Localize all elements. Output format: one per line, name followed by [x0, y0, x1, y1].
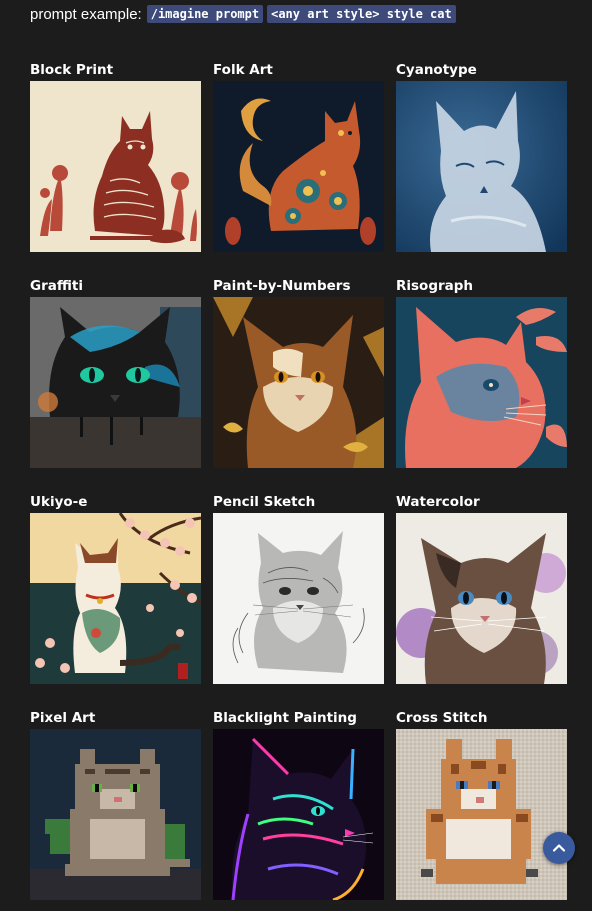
style-title: Block Print	[30, 62, 114, 78]
style-card-graffiti: Graffiti	[30, 277, 201, 468]
style-title: Risograph	[396, 278, 474, 294]
prompt-label: prompt example:	[30, 5, 142, 23]
style-title: Watercolor	[396, 494, 480, 510]
style-card-pencil-sketch: Pencil Sketch	[213, 493, 384, 684]
style-card-block-print: Block Print	[30, 61, 201, 252]
block-print-cat-image	[30, 81, 201, 252]
style-card-folk-art: Folk Art	[213, 61, 384, 252]
chevron-up-icon	[552, 844, 566, 852]
risograph-cat-image	[396, 297, 567, 468]
scroll-to-top-button[interactable]	[543, 832, 575, 864]
prompt-command-code: /imagine prompt	[146, 5, 264, 23]
ukiyo-e-cat-image	[30, 513, 201, 684]
style-title: Pixel Art	[30, 710, 96, 726]
style-title: Cyanotype	[396, 62, 477, 78]
style-title: Blacklight Painting	[213, 710, 357, 726]
style-card-watercolor: Watercolor	[396, 493, 567, 684]
style-title: Cross Stitch	[396, 710, 488, 726]
style-title: Pencil Sketch	[213, 494, 316, 510]
style-title: Graffiti	[30, 278, 83, 294]
cross-stitch-cat-image	[396, 729, 567, 900]
style-title: Ukiyo-e	[30, 494, 88, 510]
cyanotype-cat-image	[396, 81, 567, 252]
style-card-cyanotype: Cyanotype	[396, 61, 567, 252]
watercolor-cat-image	[396, 513, 567, 684]
blacklight-painting-cat-image	[213, 729, 384, 900]
prompt-example: prompt example: /imagine prompt <any art…	[30, 4, 460, 24]
style-card-paint-by-numbers: Paint-by-Numbers	[213, 277, 384, 468]
style-card-blacklight-painting: Blacklight Painting	[213, 709, 384, 900]
style-title: Folk Art	[213, 62, 273, 78]
style-card-cross-stitch: Cross Stitch	[396, 709, 567, 900]
style-card-risograph: Risograph	[396, 277, 567, 468]
prompt-template-code: <any art style> style cat	[267, 5, 456, 23]
paint-by-numbers-cat-image	[213, 297, 384, 468]
folk-art-cat-image	[213, 81, 384, 252]
style-gallery: Block Print Folk Art Cyanotype Graffiti …	[30, 61, 568, 900]
pencil-sketch-cat-image	[213, 513, 384, 684]
graffiti-cat-image	[30, 297, 201, 468]
pixel-art-cat-image	[30, 729, 201, 900]
style-title: Paint-by-Numbers	[213, 278, 351, 294]
style-card-pixel-art: Pixel Art	[30, 709, 201, 900]
style-card-ukiyo-e: Ukiyo-e	[30, 493, 201, 684]
